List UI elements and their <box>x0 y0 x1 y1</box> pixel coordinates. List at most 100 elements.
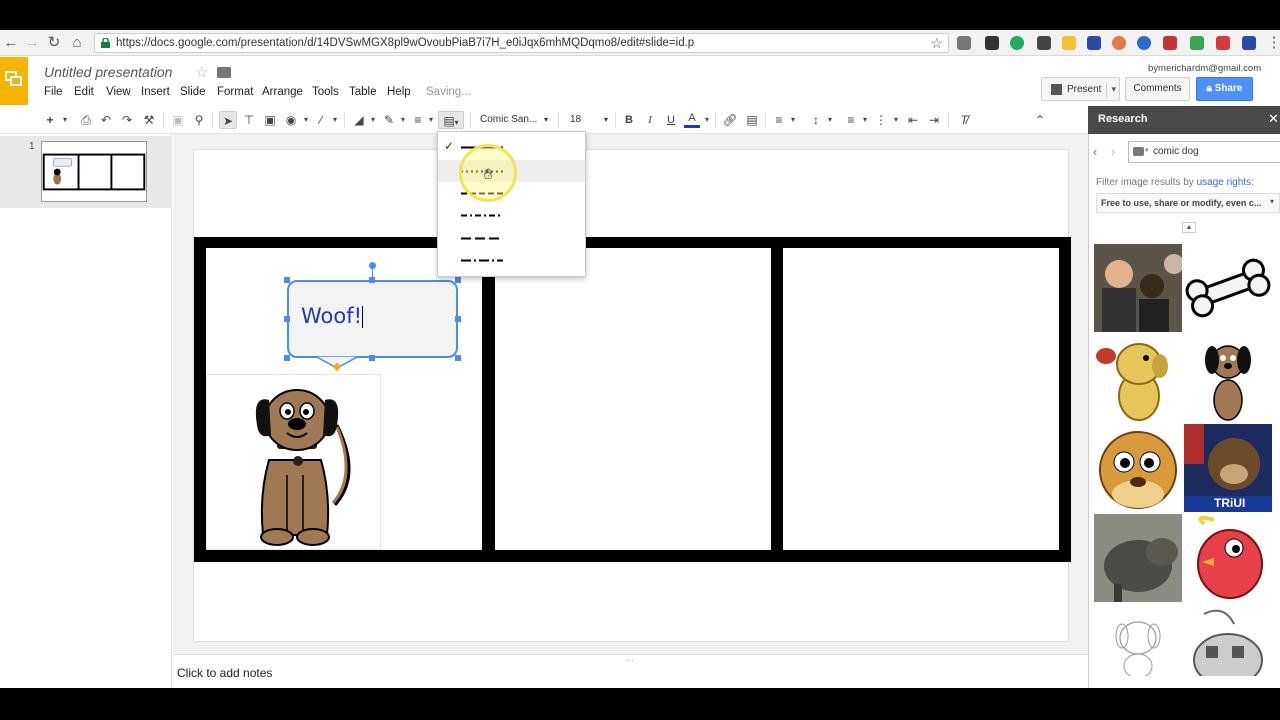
extension-globe-icon[interactable] <box>1137 36 1151 50</box>
line-spacing-dropdown-icon[interactable]: ▾ <box>825 111 835 129</box>
result-image[interactable] <box>1094 244 1182 332</box>
dash-option-long-dash-dot[interactable] <box>438 249 585 271</box>
extension-shield-icon[interactable] <box>985 36 999 50</box>
dash-option-solid[interactable]: ✓ <box>438 136 585 158</box>
select-tool-icon[interactable]: ➤ <box>219 111 237 129</box>
resize-handle[interactable] <box>284 355 290 361</box>
result-image[interactable]: TRiUI <box>1184 424 1272 512</box>
image-icon[interactable]: ▣ <box>261 111 279 129</box>
notes-placeholder[interactable]: Click to add notes <box>177 666 272 680</box>
present-button[interactable]: Present ▾ <box>1041 77 1120 101</box>
extension-green-icon[interactable] <box>1010 36 1024 50</box>
extension-bars-icon[interactable] <box>1062 36 1076 50</box>
menu-edit[interactable]: Edit <box>74 86 94 98</box>
browser-menu-icon[interactable]: ⋮ <box>1265 34 1280 52</box>
zoom-icon[interactable]: ⚲ <box>191 111 207 129</box>
resize-handle[interactable] <box>455 316 461 322</box>
line-dropdown-icon[interactable]: ▾ <box>330 111 340 129</box>
star-icon[interactable]: ☆ <box>195 63 208 81</box>
comment-icon[interactable]: ▤ <box>743 111 761 129</box>
bulleted-list-dropdown-icon[interactable]: ▾ <box>891 111 901 129</box>
underline-icon[interactable]: U <box>663 111 679 129</box>
menu-file[interactable]: File <box>44 86 63 98</box>
comments-button[interactable]: Comments <box>1125 77 1190 101</box>
share-button[interactable]: 🔒︎ Share <box>1196 77 1253 101</box>
menu-slide[interactable]: Slide <box>180 86 206 98</box>
resize-handle[interactable] <box>284 277 290 283</box>
menu-view[interactable]: View <box>106 86 131 98</box>
text-color-dropdown-icon[interactable]: ▾ <box>702 111 712 129</box>
shape-icon[interactable]: ◉ <box>282 111 300 129</box>
bulleted-list-icon[interactable]: ⋮ <box>872 111 890 129</box>
forward-icon[interactable]: › <box>1111 144 1115 159</box>
print-icon[interactable]: ⎙ <box>78 111 94 129</box>
search-type-dropdown-icon[interactable]: ▾ <box>1145 146 1149 154</box>
bookmark-star-icon[interactable]: ☆ <box>930 35 943 52</box>
present-dropdown-icon[interactable]: ▾ <box>1106 82 1116 98</box>
slides-logo-icon[interactable] <box>0 57 28 105</box>
paint-format-icon[interactable]: ⚒ <box>141 111 157 129</box>
account-email[interactable]: bymerichardm@gmail.com <box>1148 63 1261 74</box>
scroll-up-icon[interactable]: ▲ <box>1182 222 1196 233</box>
border-dash-button[interactable]: ▤▾ <box>438 111 464 129</box>
extension-n-icon[interactable] <box>1087 36 1101 50</box>
result-image[interactable] <box>1094 604 1182 676</box>
border-weight-dropdown-icon[interactable]: ▾ <box>426 111 436 129</box>
fill-color-dropdown-icon[interactable]: ▾ <box>368 111 378 129</box>
speech-bubble-text[interactable]: Woof! <box>301 304 364 328</box>
line-spacing-icon[interactable]: ↕ <box>807 111 825 129</box>
text-color-icon[interactable]: A <box>684 111 700 128</box>
zoom-fit-icon[interactable]: ▣ <box>170 111 186 129</box>
collapse-toolbar-icon[interactable]: ⌃ <box>1031 111 1049 129</box>
camera-icon[interactable] <box>1133 147 1144 156</box>
slide-thumbnail[interactable] <box>41 141 147 202</box>
back-icon[interactable]: ‹ <box>1093 144 1097 159</box>
resize-handle[interactable] <box>455 277 461 283</box>
link-icon[interactable]: 🔗︎ <box>721 111 739 129</box>
menu-tools[interactable]: Tools <box>312 86 339 98</box>
reload-icon[interactable]: ↻ <box>45 34 63 52</box>
forward-icon[interactable]: → <box>23 34 41 52</box>
result-image[interactable] <box>1184 334 1272 422</box>
font-size-select[interactable]: 18 ▾ <box>570 111 612 129</box>
bold-icon[interactable]: B <box>621 111 637 129</box>
document-title[interactable]: Untitled presentation <box>44 64 172 80</box>
select-dropdown-icon[interactable]: ▾ <box>1270 197 1274 206</box>
usage-rights-link[interactable]: usage rights <box>1197 177 1251 188</box>
new-slide-dropdown-icon[interactable]: ▾ <box>60 111 70 129</box>
italic-icon[interactable]: I <box>642 111 658 129</box>
close-icon[interactable]: ✕ <box>1268 111 1279 127</box>
resize-handle[interactable] <box>284 316 290 322</box>
menu-insert[interactable]: Insert <box>141 86 170 98</box>
resize-handle[interactable] <box>455 355 461 361</box>
extension-orange-icon[interactable] <box>1112 36 1126 50</box>
home-icon[interactable]: ⌂ <box>68 34 86 52</box>
folder-icon[interactable] <box>217 67 231 78</box>
menu-table[interactable]: Table <box>349 86 377 98</box>
dash-option-dash-dot[interactable] <box>438 204 585 226</box>
resize-handle[interactable] <box>369 277 375 283</box>
numbered-list-icon[interactable]: ≡ <box>842 111 860 129</box>
extension-red-icon[interactable] <box>1163 36 1177 50</box>
fill-color-icon[interactable]: ◢ <box>350 111 368 129</box>
border-color-icon[interactable]: ✎ <box>380 111 398 129</box>
resize-handle[interactable] <box>369 355 375 361</box>
menu-format[interactable]: Format <box>217 86 253 98</box>
result-image[interactable] <box>1094 424 1182 512</box>
result-image[interactable] <box>1184 514 1272 602</box>
dog-image[interactable] <box>206 374 381 550</box>
result-image[interactable] <box>1094 514 1182 602</box>
undo-icon[interactable]: ↶ <box>98 111 114 129</box>
text-box-icon[interactable]: ⊤ <box>240 111 258 129</box>
comic-panel-3[interactable] <box>783 248 1059 550</box>
border-weight-icon[interactable]: ≡ <box>409 111 427 129</box>
extension-dark-icon[interactable] <box>1037 36 1051 50</box>
address-bar[interactable]: https://docs.google.com/presentation/d/1… <box>94 33 949 53</box>
research-search-input[interactable] <box>1128 141 1280 163</box>
numbered-list-dropdown-icon[interactable]: ▾ <box>860 111 870 129</box>
notes-resize-grip-icon[interactable]: ⋯ <box>626 656 634 665</box>
shape-dropdown-icon[interactable]: ▾ <box>301 111 311 129</box>
back-icon[interactable]: ← <box>2 34 20 52</box>
decrease-indent-icon[interactable]: ⇤ <box>904 111 922 129</box>
font-family-select[interactable]: Comic San... ▾ <box>480 111 552 129</box>
